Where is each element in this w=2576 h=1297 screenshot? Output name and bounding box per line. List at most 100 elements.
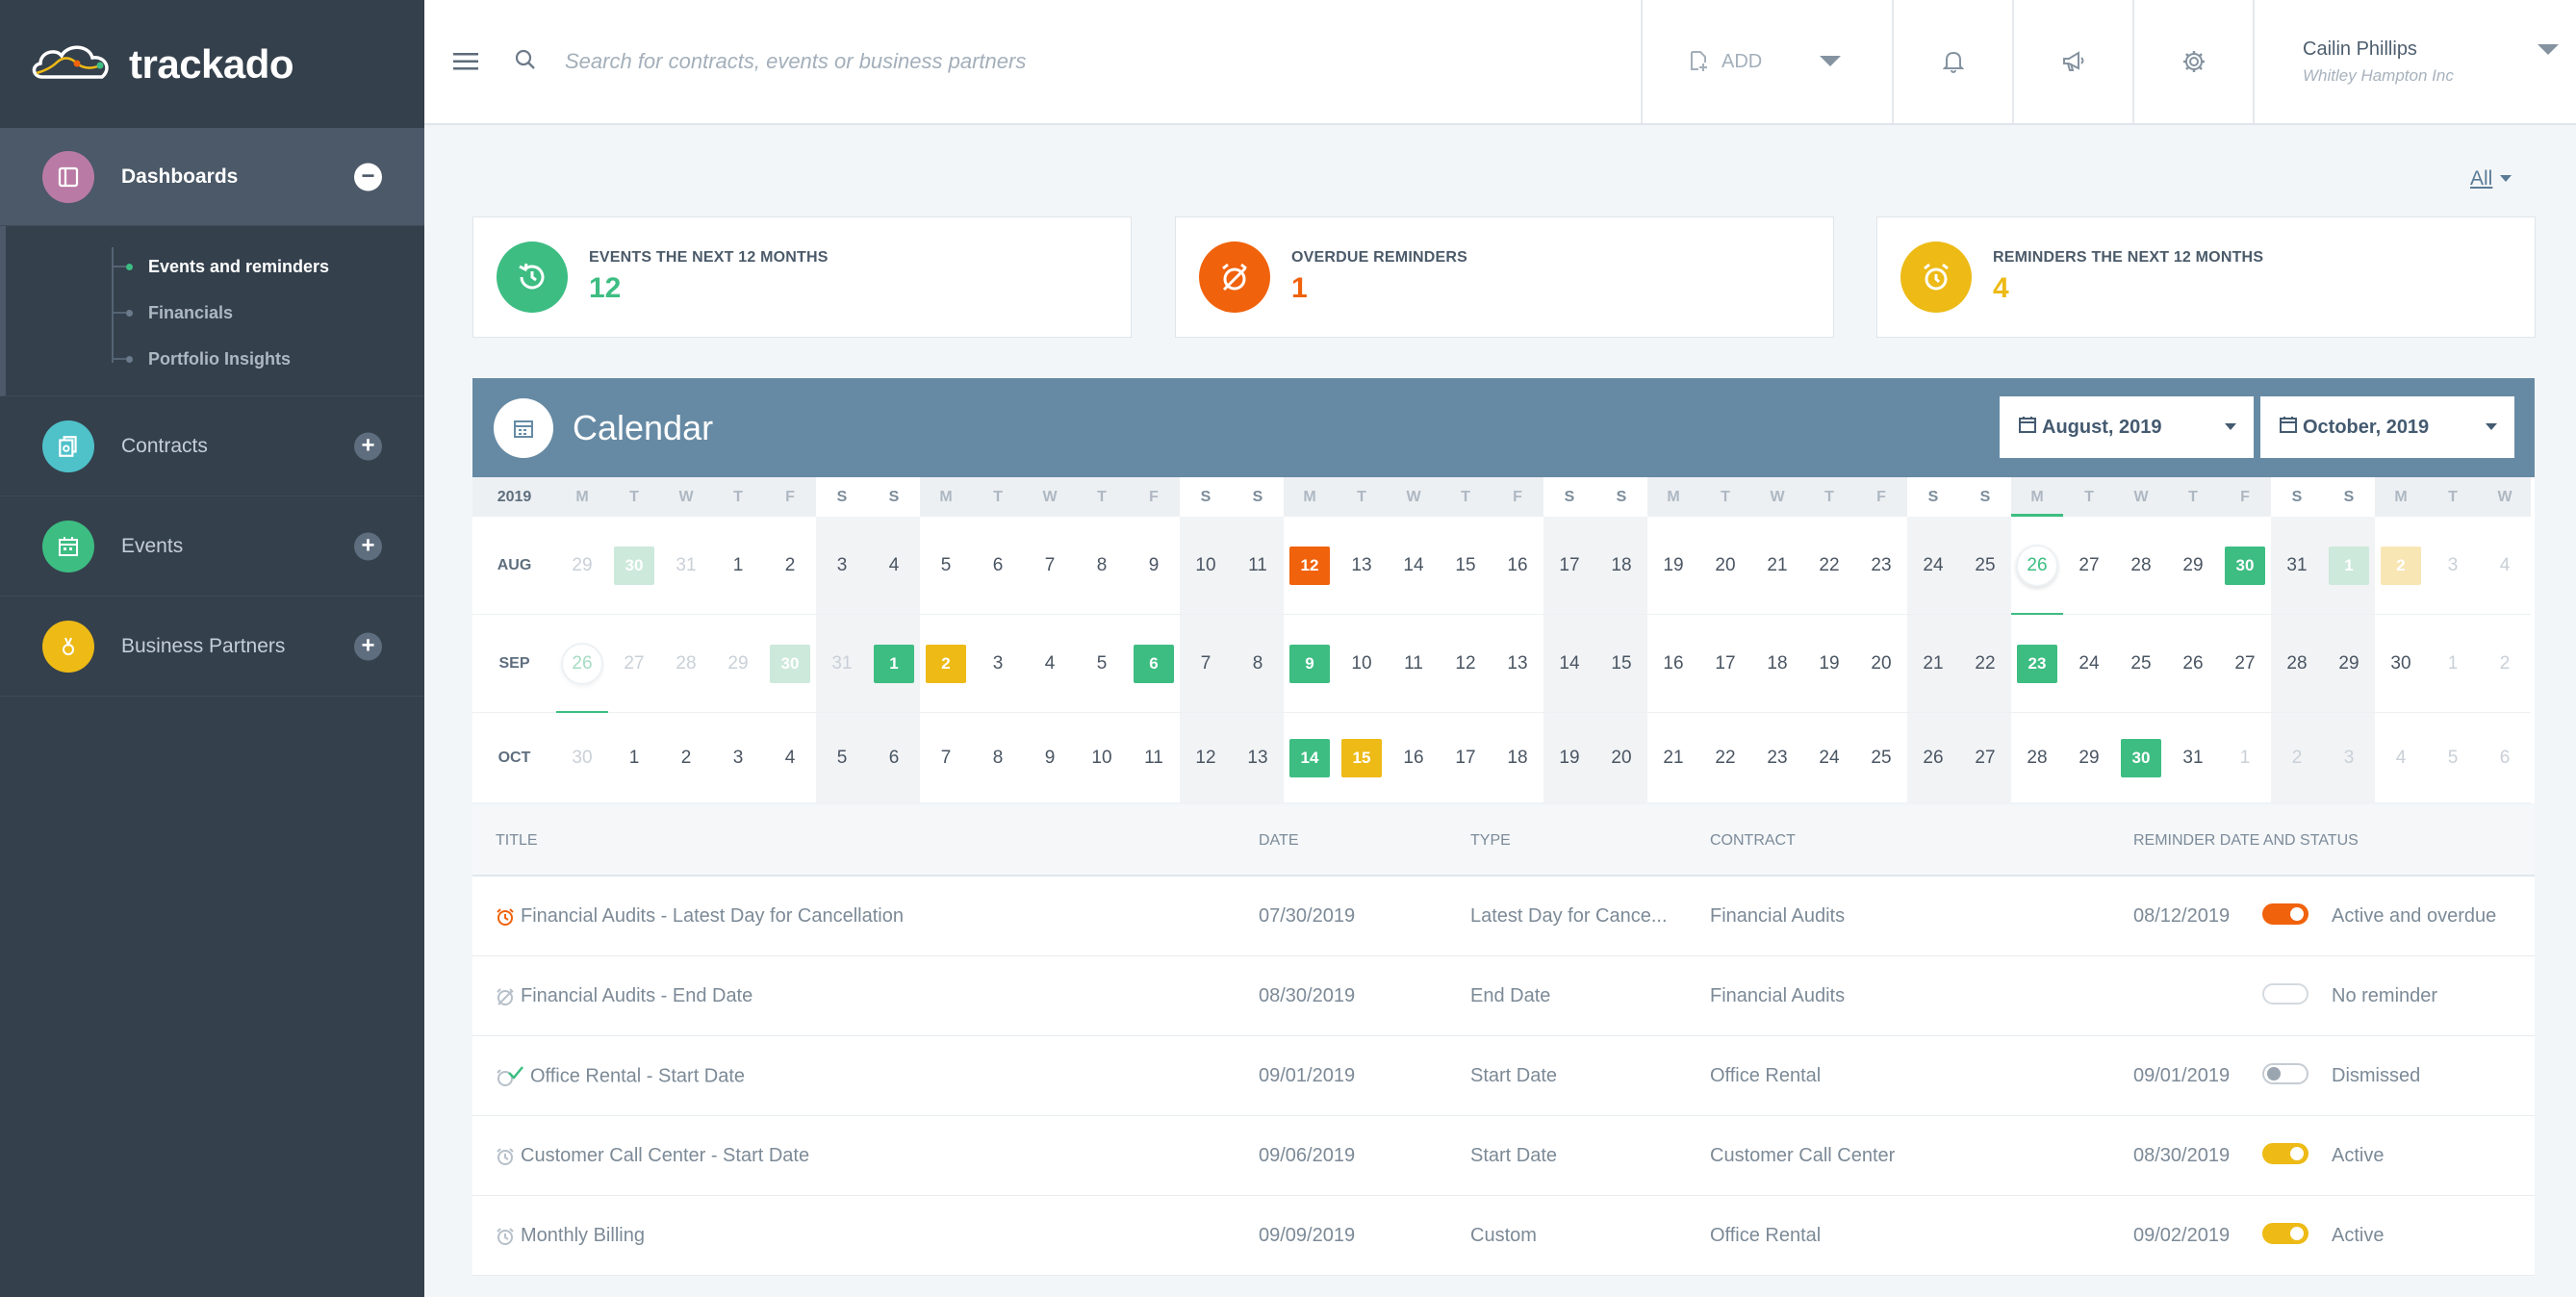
event-marker[interactable]: 1 — [874, 644, 914, 683]
add-button[interactable]: ADD — [1641, 0, 1892, 123]
nav-events[interactable]: Events + — [0, 496, 424, 597]
reminder-toggle[interactable] — [2262, 1223, 2308, 1244]
calendar-day[interactable]: 16 — [1647, 615, 1699, 713]
calendar-day[interactable]: 12 — [1284, 517, 1336, 615]
calendar-day[interactable]: 31 — [816, 615, 868, 713]
calendar-day[interactable]: 29 — [2323, 615, 2375, 713]
calendar-day[interactable]: 2 — [2479, 615, 2531, 713]
search-icon[interactable] — [515, 49, 536, 75]
calendar-day[interactable]: 2 — [764, 517, 816, 615]
reminder-toggle[interactable] — [2262, 1063, 2308, 1084]
calendar-day[interactable]: 9 — [1128, 517, 1180, 615]
calendar-day[interactable]: 2 — [2271, 713, 2323, 803]
calendar-day[interactable]: 10 — [1336, 615, 1388, 713]
calendar-day[interactable]: 26 — [2167, 615, 2219, 713]
table-row[interactable]: Customer Call Center - Start Date 09/06/… — [472, 1116, 2535, 1196]
table-row[interactable]: Financial Audits - Latest Day for Cancel… — [472, 877, 2535, 956]
calendar-day[interactable]: 3 — [2427, 517, 2479, 615]
calendar-day[interactable]: 17 — [1699, 615, 1751, 713]
event-marker[interactable]: 30 — [2225, 546, 2265, 585]
calendar-day[interactable]: 22 — [1803, 517, 1855, 615]
calendar-day[interactable]: 17 — [1543, 517, 1595, 615]
calendar-day[interactable]: 21 — [1907, 615, 1959, 713]
subnav-events-and-reminders[interactable]: Events and reminders — [6, 243, 424, 290]
calendar-day[interactable]: 13 — [1336, 517, 1388, 615]
event-marker[interactable]: 14 — [1289, 738, 1330, 777]
calendar-day[interactable]: 13 — [1232, 713, 1284, 803]
calendar-day[interactable]: 3 — [712, 713, 764, 803]
calendar-day[interactable]: 13 — [1492, 615, 1543, 713]
calendar-day[interactable]: 5 — [2427, 713, 2479, 803]
filter-dropdown[interactable]: All — [2470, 167, 2512, 191]
event-marker[interactable]: 1 — [2329, 546, 2369, 585]
calendar-day[interactable]: 23 — [2011, 615, 2063, 713]
nav-dashboards[interactable]: Dashboards − — [0, 128, 424, 226]
calendar-day[interactable]: 4 — [1024, 615, 1076, 713]
column-header-title[interactable]: TITLE — [496, 832, 538, 850]
calendar-day[interactable]: 15 — [1595, 615, 1647, 713]
reminder-toggle[interactable] — [2262, 1143, 2308, 1164]
calendar-day[interactable]: 21 — [1647, 713, 1699, 803]
calendar-day[interactable]: 6 — [972, 517, 1024, 615]
calendar-day[interactable]: 24 — [1907, 517, 1959, 615]
calendar-day[interactable]: 9 — [1284, 615, 1336, 713]
subnav-financials[interactable]: Financials — [6, 290, 424, 336]
calendar-day[interactable]: 11 — [1128, 713, 1180, 803]
calendar-day[interactable]: 20 — [1699, 517, 1751, 615]
calendar-day[interactable]: 30 — [556, 713, 608, 803]
calendar-day[interactable]: 1 — [868, 615, 920, 713]
calendar-day[interactable]: 6 — [2479, 713, 2531, 803]
calendar-day[interactable]: 3 — [972, 615, 1024, 713]
calendar-day[interactable]: 16 — [1388, 713, 1440, 803]
column-header-date[interactable]: DATE — [1259, 832, 1298, 850]
calendar-day[interactable]: 27 — [2219, 615, 2271, 713]
expand-icon[interactable]: + — [354, 432, 382, 460]
calendar-day[interactable]: 22 — [1959, 615, 2011, 713]
event-marker[interactable]: 15 — [1341, 738, 1382, 777]
calendar-day[interactable]: 1 — [608, 713, 660, 803]
event-marker[interactable]: 12 — [1289, 546, 1330, 585]
settings-button[interactable] — [2132, 0, 2253, 123]
event-marker[interactable]: 30 — [614, 546, 654, 585]
calendar-day[interactable]: 4 — [2375, 713, 2427, 803]
nav-business-partners[interactable]: Business Partners + — [0, 597, 424, 697]
calendar-day[interactable]: 1 — [2219, 713, 2271, 803]
calendar-day[interactable]: 1 — [2427, 615, 2479, 713]
calendar-day[interactable]: 2 — [920, 615, 972, 713]
calendar-day[interactable]: 29 — [2063, 713, 2115, 803]
calendar-day[interactable]: 30 — [2375, 615, 2427, 713]
calendar-day[interactable]: 18 — [1492, 713, 1543, 803]
stat-card-reminders[interactable]: REMINDERS THE NEXT 12 MONTHS 4 — [1876, 216, 2536, 338]
today-marker[interactable]: 26 — [2016, 544, 2058, 587]
user-menu[interactable]: Cailin Phillips Whitley Hampton Inc — [2253, 0, 2576, 123]
notifications-button[interactable] — [1892, 0, 2012, 123]
calendar-day[interactable]: 26 — [1907, 713, 1959, 803]
calendar-day[interactable]: 28 — [2115, 517, 2167, 615]
calendar-day[interactable]: 23 — [1751, 713, 1803, 803]
calendar-day[interactable]: 27 — [1959, 713, 2011, 803]
calendar-day[interactable]: 15 — [1336, 713, 1388, 803]
calendar-day[interactable]: 11 — [1388, 615, 1440, 713]
stat-card-overdue[interactable]: OVERDUE REMINDERS 1 — [1175, 216, 1834, 338]
calendar-day[interactable]: 14 — [1284, 713, 1336, 803]
calendar-day[interactable]: 26 — [2011, 517, 2063, 615]
collapse-icon[interactable]: − — [354, 163, 382, 191]
event-marker[interactable]: 6 — [1134, 644, 1174, 683]
table-row[interactable]: Office Rental - Start Date 09/01/2019 St… — [472, 1036, 2535, 1116]
calendar-day[interactable]: 6 — [1128, 615, 1180, 713]
calendar-day[interactable]: 2 — [2375, 517, 2427, 615]
calendar-day[interactable]: 24 — [2063, 615, 2115, 713]
calendar-day[interactable]: 31 — [2271, 517, 2323, 615]
calendar-day[interactable]: 5 — [816, 713, 868, 803]
event-marker[interactable]: 2 — [2381, 546, 2421, 585]
column-header-reminder[interactable]: REMINDER DATE AND STATUS — [2133, 832, 2359, 850]
calendar-day[interactable]: 19 — [1543, 713, 1595, 803]
event-marker[interactable]: 9 — [1289, 644, 1330, 683]
column-header-contract[interactable]: CONTRACT — [1710, 832, 1796, 850]
hamburger-menu-icon[interactable] — [424, 0, 507, 123]
calendar-day[interactable]: 3 — [2323, 713, 2375, 803]
event-marker[interactable]: 30 — [770, 644, 810, 683]
calendar-day[interactable]: 15 — [1440, 517, 1492, 615]
search-input[interactable] — [565, 49, 1258, 74]
calendar-day[interactable]: 5 — [1076, 615, 1128, 713]
